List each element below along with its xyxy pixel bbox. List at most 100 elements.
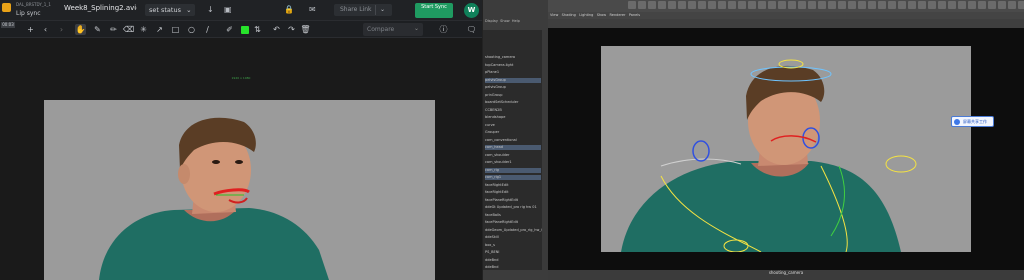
file-name[interactable]: Week8_Splining2.avi bbox=[64, 4, 136, 12]
project-name[interactable]: Lip sync bbox=[16, 10, 41, 17]
shelf-tool-icon[interactable] bbox=[868, 1, 876, 9]
shelf-tool-icon[interactable] bbox=[858, 1, 866, 9]
viewport-menu-shading[interactable]: Shading bbox=[562, 13, 576, 17]
undo-icon[interactable]: ↶ bbox=[271, 24, 282, 35]
outliner-item[interactable]: blendshape bbox=[485, 115, 541, 120]
outliner-menu-help[interactable]: Help bbox=[512, 19, 520, 23]
chevron-left-icon[interactable]: ‹ bbox=[40, 24, 51, 35]
shelf-tool-icon[interactable] bbox=[928, 1, 936, 9]
shelf-tool-icon[interactable] bbox=[878, 1, 886, 9]
shelf-tool-icon[interactable] bbox=[818, 1, 826, 9]
image-icon[interactable]: ▣ bbox=[224, 6, 232, 14]
laser-icon[interactable]: ✳ bbox=[138, 24, 149, 35]
shelf-tool-icon[interactable] bbox=[998, 1, 1006, 9]
shelf-tool-icon[interactable] bbox=[908, 1, 916, 9]
outliner-item[interactable]: ddeSkill bbox=[485, 235, 541, 240]
info-icon[interactable]: ⓘ bbox=[438, 24, 449, 35]
trash-icon[interactable]: 🗑 bbox=[300, 24, 311, 35]
outliner-menu-display[interactable]: Display bbox=[485, 19, 498, 23]
swap-icon[interactable]: ⇅ bbox=[252, 24, 263, 35]
outliner-item[interactable]: pelvisGroup bbox=[485, 77, 541, 83]
annotation-color-swatch[interactable] bbox=[241, 26, 249, 34]
avatar[interactable]: W bbox=[464, 3, 479, 18]
pan-hand-icon[interactable]: ✋ bbox=[75, 24, 86, 35]
outliner-item[interactable]: facePlaneRightEdit bbox=[485, 220, 541, 225]
shelf-tool-icon[interactable] bbox=[848, 1, 856, 9]
video-frame[interactable] bbox=[44, 100, 435, 280]
start-sync-button[interactable]: Start Sync bbox=[415, 3, 453, 18]
shelf-tool-icon[interactable] bbox=[658, 1, 666, 9]
shelf-tool-icon[interactable] bbox=[768, 1, 776, 9]
shelf-tool-icon[interactable] bbox=[798, 1, 806, 9]
outliner-item[interactable]: curve bbox=[485, 123, 541, 128]
shelf-tool-icon[interactable] bbox=[728, 1, 736, 9]
viewport-menu-show[interactable]: Show bbox=[597, 13, 606, 17]
outliner-item[interactable]: topCamera.light bbox=[485, 63, 541, 68]
mail-icon[interactable]: ✉ bbox=[309, 6, 316, 14]
outliner-item[interactable]: Grouper bbox=[485, 130, 541, 135]
shelf-tool-icon[interactable] bbox=[628, 1, 636, 9]
comment-icon[interactable]: 🗨 bbox=[466, 24, 477, 35]
outliner-item[interactable]: prinGroup bbox=[485, 93, 541, 98]
shelf-tool-icon[interactable] bbox=[778, 1, 786, 9]
shelf-tool-icon[interactable] bbox=[828, 1, 836, 9]
outliner-item[interactable]: faceRightEdit bbox=[485, 183, 541, 188]
outliner-item[interactable]: cam_conventional bbox=[485, 138, 541, 143]
shelf-tool-icon[interactable] bbox=[918, 1, 926, 9]
shelf-tool-icon[interactable] bbox=[748, 1, 756, 9]
shelf-tool-icon[interactable] bbox=[958, 1, 966, 9]
outliner-item[interactable]: cam_shoulder1 bbox=[485, 160, 541, 165]
shelf-tool-icon[interactable] bbox=[898, 1, 906, 9]
eraser-icon[interactable]: ⌫ bbox=[123, 24, 134, 35]
screen-share-popup[interactable]: 屏幕共享工作 bbox=[951, 116, 994, 127]
shelf-tool-icon[interactable] bbox=[978, 1, 986, 9]
lock-icon[interactable]: 🔒 bbox=[284, 6, 294, 14]
outliner-menu-show[interactable]: Show bbox=[500, 19, 509, 23]
shelf-tool-icon[interactable] bbox=[668, 1, 676, 9]
viewport-menu-lighting[interactable]: Lighting bbox=[579, 13, 593, 17]
outliner-list[interactable]: shooting_camera topCamera.light pPlane1 pel… bbox=[483, 30, 546, 270]
outliner-item[interactable]: shooting_camera bbox=[485, 55, 541, 60]
redo-icon[interactable]: ↷ bbox=[286, 24, 297, 35]
outliner-item[interactable]: PS_BENI bbox=[485, 250, 541, 255]
maya-viewport[interactable] bbox=[548, 28, 1024, 270]
shelf-tool-icon[interactable] bbox=[808, 1, 816, 9]
add-icon[interactable]: + bbox=[25, 24, 36, 35]
shelf-tool-icon[interactable] bbox=[1018, 1, 1024, 9]
shelf-tool-icon[interactable] bbox=[838, 1, 846, 9]
viewport-menu-view[interactable]: View bbox=[550, 13, 558, 17]
outliner-item[interactable]: facePlaneRightEdit bbox=[485, 198, 541, 203]
color-picker-icon[interactable]: ✐ bbox=[224, 24, 235, 35]
shelf-tool-icon[interactable] bbox=[718, 1, 726, 9]
shelf-tool-icon[interactable] bbox=[758, 1, 766, 9]
viewport-menu-renderer[interactable]: Renderer bbox=[610, 13, 626, 17]
outliner-item[interactable]: cam_rig bbox=[485, 167, 541, 173]
viewport-menu-panels[interactable]: Panels bbox=[629, 13, 640, 17]
arrow-icon[interactable]: ↗ bbox=[154, 24, 165, 35]
shelf-tool-icon[interactable] bbox=[788, 1, 796, 9]
shelf-tool-icon[interactable] bbox=[738, 1, 746, 9]
circle-icon[interactable]: ○ bbox=[186, 24, 197, 35]
set-status-dropdown[interactable]: set status ⌄ bbox=[145, 4, 195, 16]
outliner-item[interactable]: faceRightEdit bbox=[485, 190, 541, 195]
outliner-item[interactable]: cam_shoulder bbox=[485, 153, 541, 158]
shelf-tool-icon[interactable] bbox=[988, 1, 996, 9]
outliner-item[interactable]: cam_head bbox=[485, 145, 541, 150]
outliner-item[interactable]: box_s bbox=[485, 243, 541, 248]
download-icon[interactable]: ↓ bbox=[207, 6, 214, 14]
outliner-item[interactable]: ddeGt Updated_pro rig hw 01 bbox=[485, 205, 541, 210]
outliner-item[interactable]: CCBEN2B bbox=[485, 108, 541, 113]
shelf-tool-icon[interactable] bbox=[688, 1, 696, 9]
shelf-tool-icon[interactable] bbox=[638, 1, 646, 9]
outliner-item[interactable]: faceBalls bbox=[485, 213, 541, 218]
shelf-tool-icon[interactable] bbox=[1008, 1, 1016, 9]
shelf-tool-icon[interactable] bbox=[968, 1, 976, 9]
rectangle-icon[interactable]: □ bbox=[170, 24, 181, 35]
app-logo-icon[interactable] bbox=[2, 3, 11, 12]
shelf-tool-icon[interactable] bbox=[888, 1, 896, 9]
brush-icon[interactable]: ✏ bbox=[108, 24, 119, 35]
outliner-item[interactable]: cam_rig1 bbox=[485, 175, 541, 180]
outliner-item[interactable]: pelvisGroup bbox=[485, 85, 541, 90]
pencil-icon[interactable]: ✎ bbox=[92, 24, 103, 35]
file-chevron-down-icon[interactable]: ⌄ bbox=[133, 4, 138, 11]
